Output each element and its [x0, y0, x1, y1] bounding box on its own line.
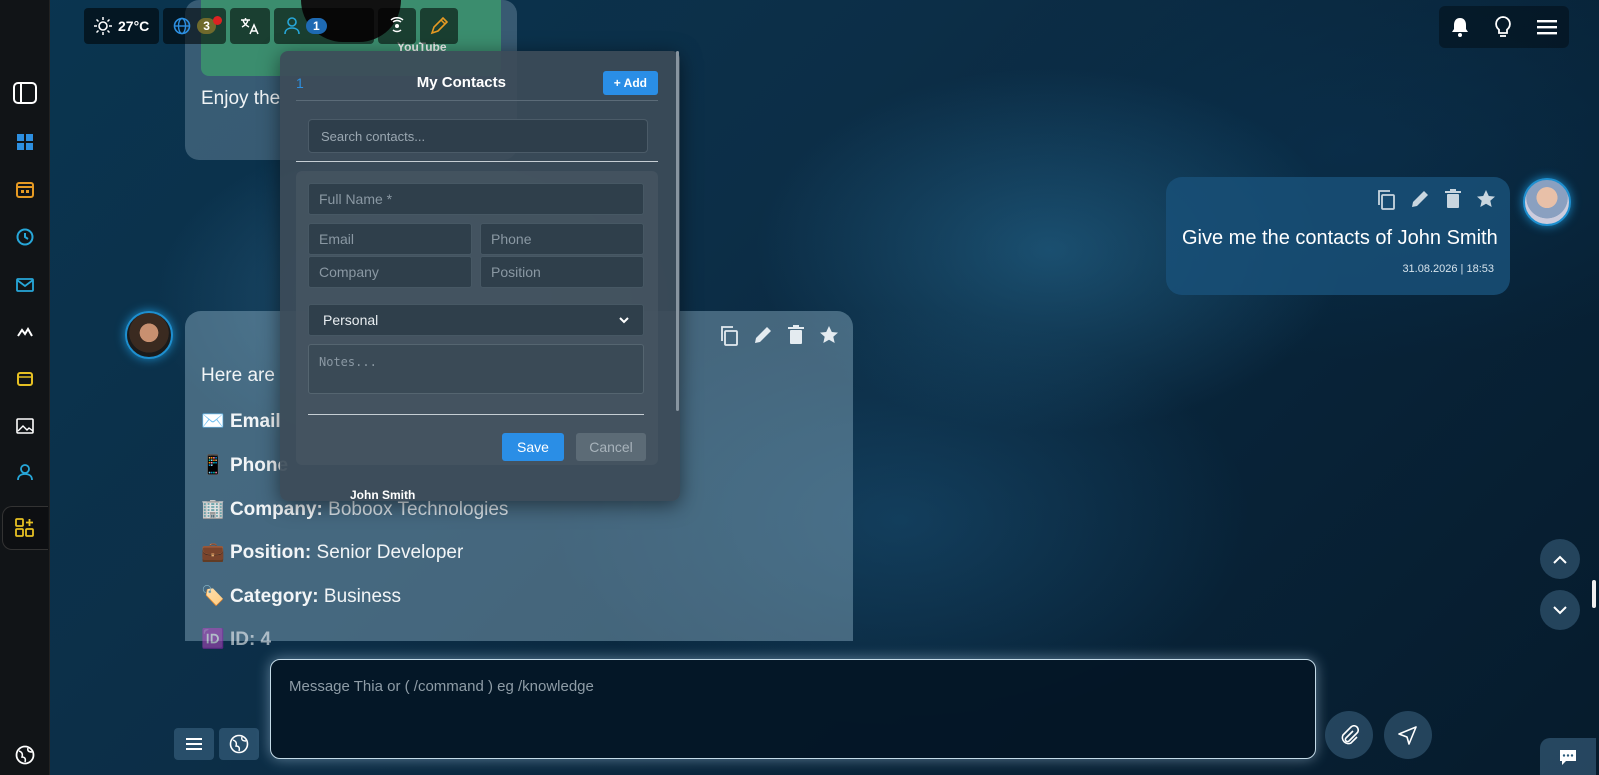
- divider: [296, 161, 658, 162]
- broadcast-icon: [390, 17, 404, 33]
- modal-scrollbar[interactable]: [676, 51, 679, 411]
- sidebar: [0, 0, 50, 775]
- save-button[interactable]: Save: [502, 433, 564, 461]
- category-selected-value: Personal: [323, 312, 379, 328]
- language-button[interactable]: 3: [163, 8, 226, 44]
- chat-icon: [1560, 749, 1576, 765]
- send-icon: [1398, 726, 1417, 745]
- chat-widget-button[interactable]: [1540, 738, 1596, 775]
- sun-icon: [94, 17, 112, 35]
- menu-icon[interactable]: [1536, 19, 1557, 35]
- edit-icon[interactable]: [753, 325, 773, 345]
- company-field[interactable]: Company: [308, 256, 472, 288]
- paperclip-icon: [1341, 725, 1359, 745]
- temperature: 27°C: [118, 18, 150, 34]
- lightbulb-icon[interactable]: [1494, 16, 1512, 38]
- contact-field-id: 🆔 ID: 4: [201, 629, 272, 650]
- contact-search-input[interactable]: Search contacts...: [308, 119, 648, 153]
- contact-field-category: 🏷️ Category: Business: [201, 586, 402, 607]
- users-button[interactable]: 1: [273, 8, 374, 44]
- scroll-up-button[interactable]: [1540, 539, 1580, 579]
- clock-icon[interactable]: [12, 224, 38, 250]
- apps-icon[interactable]: [12, 515, 38, 541]
- full-name-field[interactable]: Full Name *: [308, 183, 644, 215]
- assistant-avatar[interactable]: [125, 311, 173, 359]
- contact-field-phone: 📱 Phone: [201, 455, 289, 476]
- chevron-up-icon: [1553, 555, 1567, 564]
- contacts-modal-header: 1 My Contacts + Add: [296, 65, 658, 101]
- delete-icon[interactable]: [787, 325, 805, 345]
- chevron-down-icon: [619, 316, 629, 323]
- assistant-message-actions: [719, 325, 839, 347]
- cancel-button[interactable]: Cancel: [576, 433, 646, 461]
- web-globe-icon: [173, 17, 191, 35]
- draw-button[interactable]: [419, 8, 458, 44]
- contacts-icon[interactable]: [12, 459, 38, 485]
- copy-icon[interactable]: [719, 325, 739, 347]
- users-badge: 1: [305, 18, 327, 34]
- page-scrollbar[interactable]: [1592, 580, 1596, 608]
- user-message-text: Give me the contacts of John Smith: [1182, 227, 1498, 249]
- analytics-icon[interactable]: [12, 319, 38, 345]
- dashboard-icon[interactable]: [12, 129, 38, 155]
- image-icon[interactable]: [12, 413, 38, 439]
- category-select[interactable]: Personal: [308, 304, 644, 336]
- composer-web-button[interactable]: [219, 728, 259, 760]
- send-button[interactable]: [1384, 711, 1432, 759]
- notes-textarea[interactable]: Notes...: [308, 344, 644, 394]
- user-avatar[interactable]: [1523, 178, 1571, 226]
- user-message-timestamp: 31.08.2026 | 18:53: [1402, 263, 1494, 275]
- add-contact-button[interactable]: + Add: [602, 70, 658, 95]
- translate-button[interactable]: [229, 8, 270, 44]
- contact-list-item-name[interactable]: John Smith: [350, 488, 415, 502]
- mail-icon[interactable]: [12, 272, 38, 298]
- pencil-icon: [430, 17, 448, 35]
- globe-icon: [229, 734, 249, 754]
- contact-field-position: 💼 Position: Senior Developer: [201, 542, 464, 563]
- sidebar-toggle-icon[interactable]: [12, 80, 38, 106]
- message-input[interactable]: Message Thia or ( /command ) eg /knowled…: [270, 659, 1316, 759]
- delete-icon[interactable]: [1444, 189, 1462, 209]
- contact-field-email: ✉️ Email: [201, 411, 281, 432]
- user-message-actions: [1376, 189, 1496, 211]
- divider: [308, 414, 644, 415]
- contacts-modal: 1 My Contacts + Add Search contacts... F…: [280, 51, 680, 502]
- globe-icon[interactable]: [12, 742, 38, 768]
- assistant-intro: Here are: [201, 365, 275, 386]
- contact-form: Full Name * Email Phone Company Position…: [296, 171, 658, 465]
- media-message-text: Enjoy the: [201, 88, 281, 109]
- voice-button[interactable]: [377, 8, 416, 44]
- user-message-card: Give me the contacts of John Smith 31.08…: [1166, 177, 1510, 295]
- star-icon[interactable]: [1476, 189, 1496, 209]
- header-actions: [1439, 6, 1569, 48]
- user-icon: [284, 17, 300, 35]
- composer-menu-button[interactable]: [174, 728, 214, 760]
- weather-widget[interactable]: 27°C: [84, 8, 160, 44]
- star-icon[interactable]: [819, 325, 839, 345]
- attach-button[interactable]: [1325, 711, 1373, 759]
- contacts-modal-title: My Contacts: [416, 74, 506, 91]
- calendar-icon[interactable]: [12, 176, 38, 202]
- list-icon: [186, 738, 202, 750]
- translate-icon: [240, 18, 259, 35]
- chevron-down-icon: [1553, 605, 1567, 614]
- copy-icon[interactable]: [1376, 189, 1396, 211]
- top-toolbar: 27°C 3 1: [84, 8, 458, 44]
- position-field[interactable]: Position: [480, 256, 644, 288]
- folder-icon[interactable]: [12, 366, 38, 392]
- edit-icon[interactable]: [1410, 189, 1430, 209]
- language-badge: 3: [197, 16, 222, 34]
- scroll-down-button[interactable]: [1540, 590, 1580, 630]
- email-field[interactable]: Email: [308, 223, 472, 255]
- bell-icon[interactable]: [1451, 17, 1469, 37]
- contacts-count: 1: [296, 74, 304, 91]
- phone-field[interactable]: Phone: [480, 223, 644, 255]
